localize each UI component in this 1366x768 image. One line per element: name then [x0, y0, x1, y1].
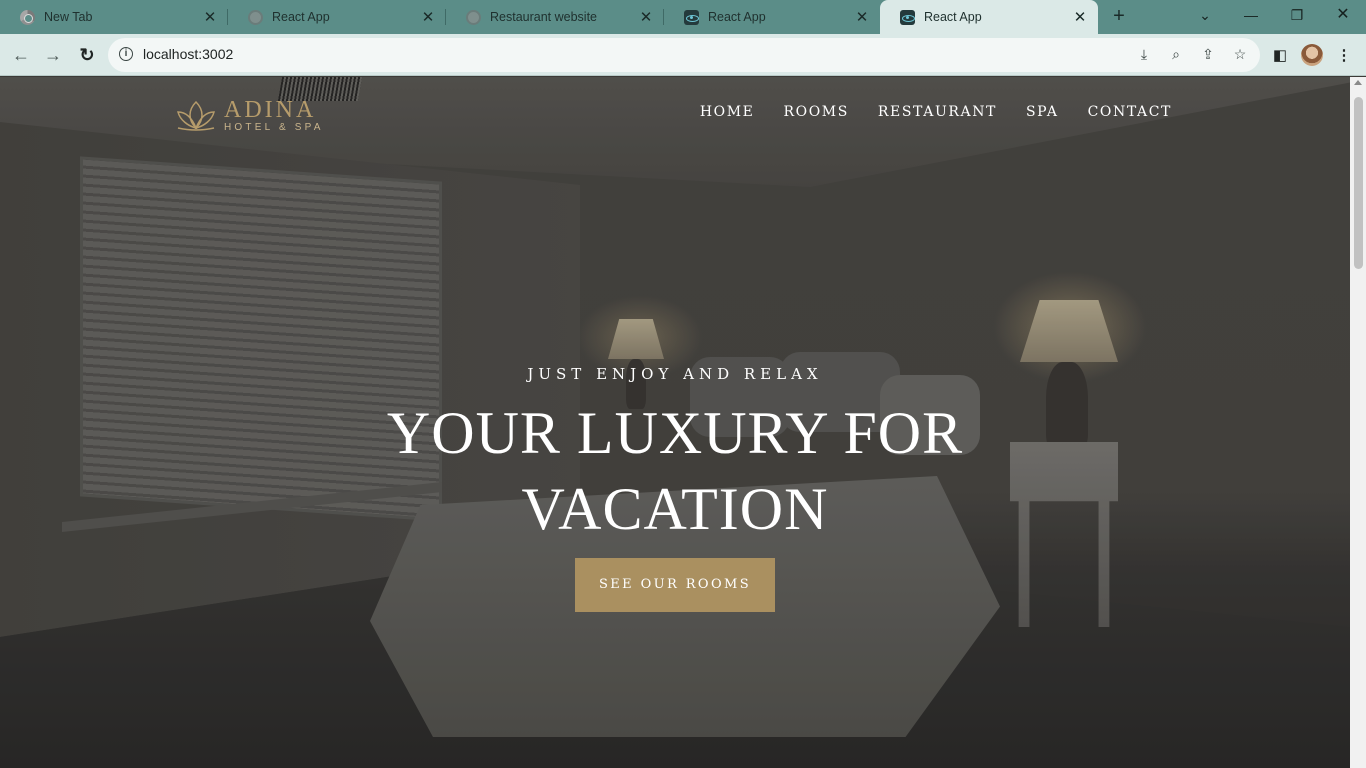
back-arrow-icon[interactable]: ← [8, 43, 34, 67]
scrollbar-thumb[interactable] [1354, 97, 1363, 269]
browser-tab[interactable]: React App ✕ [664, 0, 880, 34]
scroll-up-arrow-icon[interactable] [1354, 80, 1362, 85]
address-bar[interactable]: i localhost:3002 ⤓ ⌕ ⇪ ☆ [108, 38, 1260, 72]
new-tab-button[interactable]: + [1108, 6, 1130, 28]
tab-title: React App [272, 10, 330, 24]
forward-arrow-icon[interactable]: → [40, 43, 66, 67]
lotus-logo-icon [177, 100, 215, 131]
logo-subtitle: HOTEL & SPA [224, 121, 324, 133]
side-panel-icon[interactable]: ◧ [1270, 46, 1290, 64]
main-nav: HOME ROOMS RESTAURANT SPA CONTACT [700, 104, 1172, 120]
logo-name: ADINA [224, 96, 317, 123]
close-tab-icon[interactable]: ✕ [420, 8, 436, 26]
hero-content: JUST ENJOY AND RELAX YOUR LUXURY FOR VAC… [0, 365, 1350, 612]
restore-button[interactable]: ❐ [1274, 0, 1320, 30]
tab-title: New Tab [44, 10, 93, 24]
globe-icon [466, 9, 481, 25]
chrome-icon [20, 9, 35, 25]
browser-tab[interactable]: Restaurant website ✕ [446, 0, 664, 34]
browser-tab[interactable]: New Tab ✕ [0, 0, 228, 34]
browser-tab[interactable]: React App ✕ [228, 0, 446, 34]
nav-home[interactable]: HOME [700, 104, 755, 120]
site-info-icon[interactable]: i [119, 47, 133, 61]
see-our-rooms-button[interactable]: SEE OUR ROOMS [575, 558, 775, 612]
zoom-icon[interactable]: ⌕ [1166, 46, 1186, 64]
profile-avatar[interactable] [1301, 44, 1323, 66]
nav-spa[interactable]: SPA [1026, 104, 1059, 120]
tab-search-icon[interactable]: ⌄ [1182, 0, 1228, 30]
close-window-button[interactable]: ✕ [1320, 0, 1366, 30]
site-logo[interactable]: ADINA HOTEL & SPA [174, 95, 324, 135]
tab-title: React App [924, 10, 982, 24]
close-tab-icon[interactable]: ✕ [202, 8, 218, 26]
url-text[interactable]: localhost:3002 [143, 46, 233, 62]
menu-kebab-icon[interactable]: ⋮ [1334, 46, 1354, 64]
react-icon [900, 9, 915, 25]
close-tab-icon[interactable]: ✕ [854, 8, 870, 26]
hero-title-line: VACATION [521, 476, 829, 542]
hero-title-line: YOUR LUXURY FOR [386, 400, 964, 466]
tab-title: React App [708, 10, 766, 24]
page-scrollbar[interactable] [1350, 77, 1366, 768]
browser-tab-active[interactable]: React App ✕ [880, 0, 1098, 34]
browser-toolbar: ← → ↻ i localhost:3002 ⤓ ⌕ ⇪ ☆ ◧ ⋮ [0, 34, 1366, 76]
bookmark-star-icon[interactable]: ☆ [1230, 46, 1250, 64]
reload-icon[interactable]: ↻ [74, 43, 100, 67]
hero-section: ADINA HOTEL & SPA HOME ROOMS RESTAURANT … [0, 77, 1350, 768]
react-icon [684, 9, 699, 25]
minimize-button[interactable]: — [1228, 0, 1274, 30]
share-icon[interactable]: ⇪ [1198, 46, 1218, 64]
tab-title: Restaurant website [490, 10, 598, 24]
browser-tab-strip: New Tab ✕ React App ✕ Restaurant website… [0, 0, 1366, 34]
globe-icon [248, 9, 263, 25]
close-tab-icon[interactable]: ✕ [1072, 8, 1088, 26]
hero-title: YOUR LUXURY FOR VACATION [0, 395, 1350, 547]
hero-subtitle: JUST ENJOY AND RELAX [527, 365, 823, 383]
close-tab-icon[interactable]: ✕ [638, 8, 654, 26]
nav-contact[interactable]: CONTACT [1088, 104, 1172, 120]
nav-rooms[interactable]: ROOMS [783, 104, 848, 120]
install-app-icon[interactable]: ⤓ [1134, 46, 1154, 64]
nav-restaurant[interactable]: RESTAURANT [878, 104, 997, 120]
